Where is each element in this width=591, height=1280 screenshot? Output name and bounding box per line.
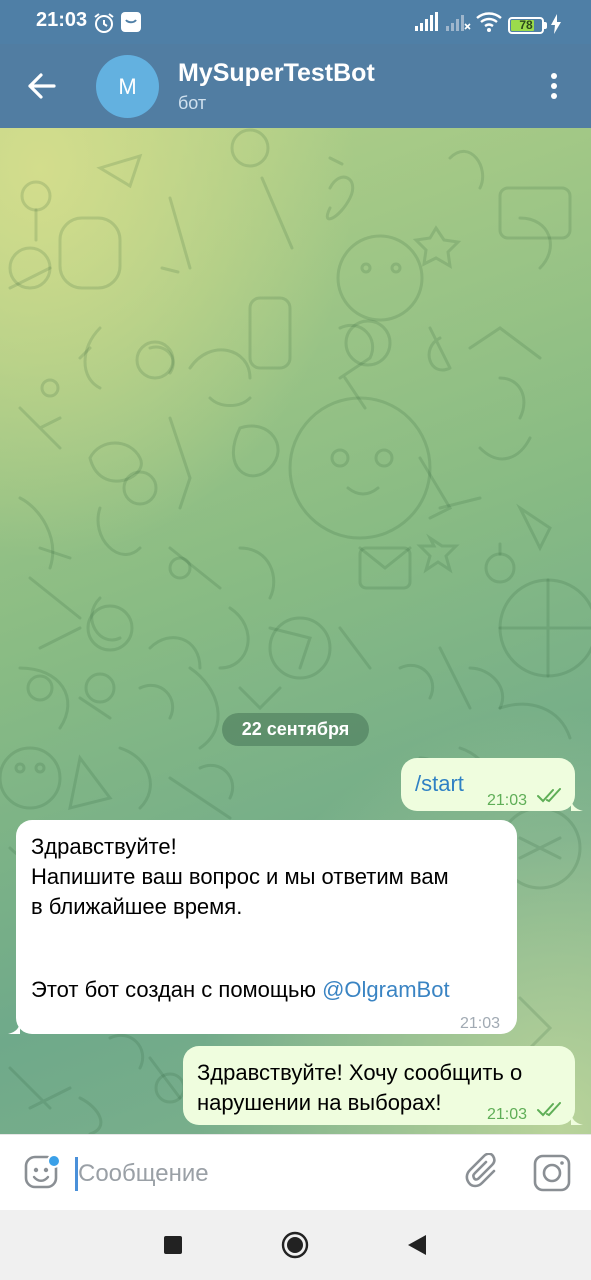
- message-footer-line: Этот бот создан с помощью @OlgramBot: [31, 975, 450, 1005]
- notification-icon: [121, 12, 141, 32]
- message-input[interactable]: [78, 1155, 438, 1193]
- battery-level: 78: [519, 18, 533, 32]
- recent-apps-icon[interactable]: [158, 1230, 188, 1260]
- camera-icon[interactable]: [532, 1153, 572, 1193]
- new-stickers-dot: [47, 1154, 61, 1168]
- read-checkmarks-icon: [537, 1102, 561, 1117]
- message-text-line: Здравствуйте! Хочу сообщить о: [197, 1060, 523, 1085]
- signal-icon: [415, 12, 438, 31]
- date-separator: 22 сентября: [222, 713, 369, 746]
- more-options-icon[interactable]: [540, 68, 568, 104]
- mention-link[interactable]: @OlgramBot: [322, 977, 449, 1002]
- chat-subtitle: бот: [178, 93, 207, 113]
- back-arrow-icon[interactable]: [18, 64, 64, 108]
- chat-title[interactable]: MySuperTestBot: [178, 59, 375, 88]
- back-triangle-icon[interactable]: [402, 1230, 432, 1260]
- bubble-tail: [8, 1020, 20, 1034]
- home-icon[interactable]: [280, 1230, 310, 1260]
- signal-off-icon: [446, 15, 471, 31]
- bubble-tail: [571, 797, 583, 811]
- message-text-line: Здравствуйте!: [31, 834, 177, 859]
- message-time: 21:03: [487, 792, 528, 809]
- incoming-message[interactable]: Здравствуйте! Напишите ваш вопрос и мы о…: [8, 820, 517, 1034]
- system-navigation-bar: [0, 1210, 591, 1280]
- read-checkmarks-icon: [537, 788, 561, 803]
- chat-area[interactable]: 22 сентября /start 21:03 Здравствуйте! Н…: [0, 128, 591, 1134]
- wifi-icon: [476, 12, 502, 32]
- outgoing-message[interactable]: Здравствуйте! Хочу сообщить о нарушении …: [183, 1046, 583, 1125]
- message-footer-text: Этот бот создан с помощью: [31, 977, 323, 1002]
- message-text-line: в ближайшее время.: [31, 894, 243, 919]
- battery-tip: [544, 22, 547, 29]
- paperclip-icon[interactable]: [464, 1153, 502, 1193]
- message-time: 21:03: [460, 1015, 501, 1032]
- message-text-line: нарушении на выборах!: [197, 1090, 442, 1115]
- message-input-bar: [0, 1134, 591, 1210]
- status-time: 21:03: [36, 9, 88, 31]
- outgoing-message[interactable]: /start 21:03: [401, 758, 583, 811]
- bot-command-link[interactable]: /start: [415, 769, 464, 799]
- battery-icon: 78: [508, 17, 544, 34]
- avatar[interactable]: M: [96, 55, 159, 118]
- message-text-line: Напишите ваш вопрос и мы ответим вам: [31, 864, 449, 889]
- alarm-icon: [94, 13, 114, 33]
- chat-header: M MySuperTestBot бот: [0, 44, 591, 128]
- status-bar: 21:03 78: [0, 0, 591, 44]
- charging-icon: [551, 14, 561, 34]
- bubble-tail: [571, 1111, 583, 1125]
- message-time: 21:03: [487, 1106, 528, 1123]
